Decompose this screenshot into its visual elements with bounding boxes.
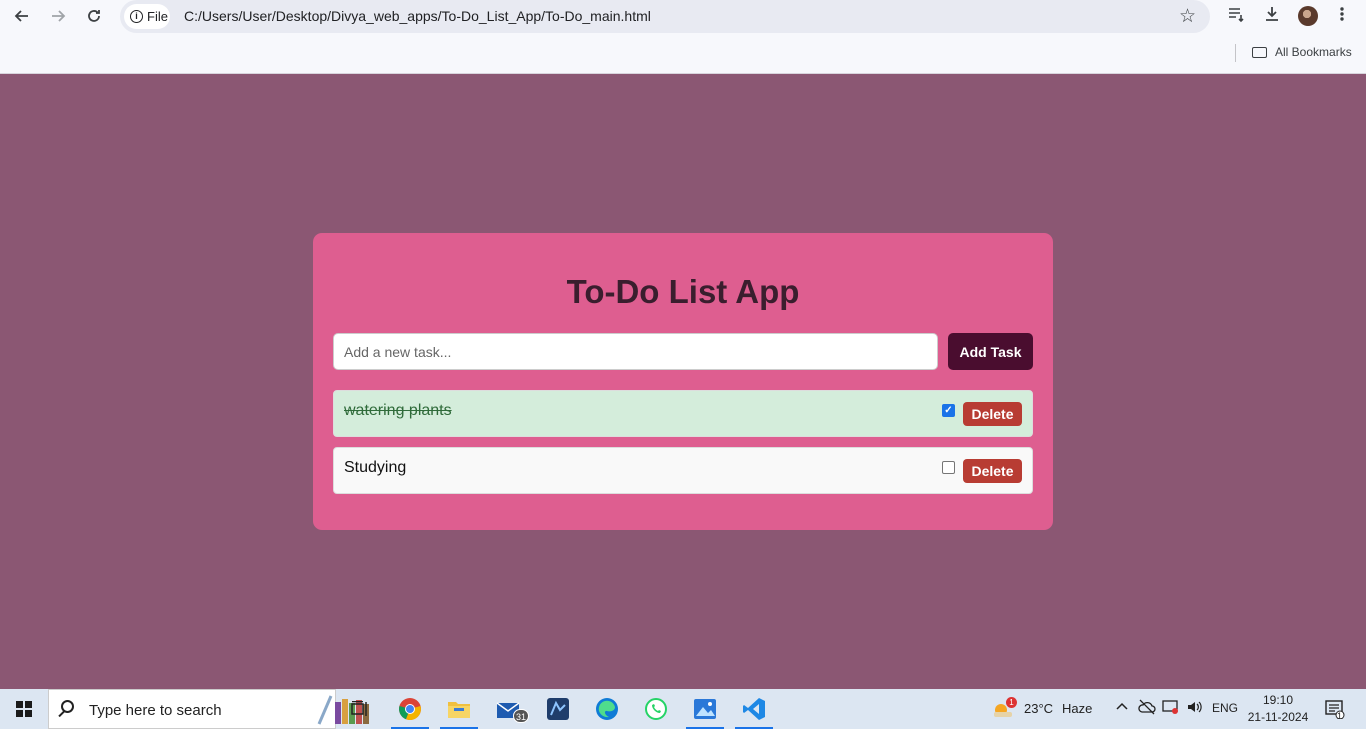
file-explorer-icon[interactable]	[436, 689, 482, 729]
vscode-icon[interactable]	[731, 689, 777, 729]
clock[interactable]: 19:10 21-11-2024	[1247, 692, 1309, 726]
search-icon	[61, 700, 74, 713]
weather-icon[interactable]	[986, 689, 1020, 729]
weather-description[interactable]: Haze	[1062, 701, 1092, 716]
back-icon[interactable]	[10, 4, 34, 28]
bookmarks-divider	[1235, 44, 1236, 62]
address-bar[interactable]: i File C:/Users/User/Desktop/Divya_web_a…	[120, 0, 1210, 33]
clock-time: 19:10	[1262, 693, 1294, 707]
new-task-input[interactable]	[333, 333, 938, 370]
task-item: watering plants ✓ Delete	[333, 390, 1033, 437]
whatsapp-icon[interactable]	[633, 689, 679, 729]
menu-kebab-icon[interactable]	[1339, 5, 1345, 28]
page-title: To-Do List App	[566, 273, 800, 310]
task-text: watering plants	[344, 402, 452, 419]
todo-card: To-Do List App Add Task watering plants …	[313, 233, 1053, 530]
file-label: File	[147, 9, 168, 24]
notification-count: 1	[1337, 711, 1343, 721]
all-bookmarks-label: All Bookmarks	[1275, 45, 1352, 59]
cloud-offline-icon[interactable]	[1138, 699, 1156, 718]
browser-toolbar: i File C:/Users/User/Desktop/Divya_web_a…	[0, 0, 1366, 74]
delete-task-button[interactable]: Delete	[963, 459, 1022, 483]
info-icon: i	[130, 10, 143, 23]
weather-temperature[interactable]: 23°C	[1024, 701, 1053, 716]
task-item: Studying Delete	[333, 447, 1033, 494]
all-bookmarks-button[interactable]: All Bookmarks	[1252, 45, 1352, 59]
download-icon[interactable]	[1263, 5, 1281, 28]
task-view-icon[interactable]	[337, 689, 383, 729]
search-placeholder: Type here to search	[89, 702, 222, 719]
windows-start-icon[interactable]	[16, 701, 32, 717]
weather-badge: 1	[1006, 697, 1017, 708]
site-info-chip[interactable]: i File	[124, 4, 170, 29]
chevron-up-icon[interactable]	[1115, 699, 1129, 716]
volume-icon[interactable]	[1186, 699, 1204, 718]
task-checkbox-checked[interactable]: ✓	[942, 404, 955, 417]
language-indicator[interactable]: ENG	[1212, 701, 1238, 715]
remote-desktop-icon[interactable]	[535, 689, 581, 729]
task-text: Studying	[344, 459, 407, 476]
chrome-icon[interactable]	[387, 689, 433, 729]
mail-badge: 31	[513, 709, 529, 723]
profile-avatar[interactable]	[1298, 6, 1318, 26]
taskbar-search[interactable]: Type here to search	[48, 689, 369, 729]
add-task-button[interactable]: Add Task	[948, 333, 1033, 370]
reading-list-icon[interactable]	[1227, 5, 1245, 28]
forward-icon[interactable]	[46, 4, 70, 28]
bookmark-star-icon[interactable]: ☆	[1179, 5, 1196, 28]
windows-taskbar: Type here to search 31 1 23°C Haze ENG 1…	[0, 689, 1366, 729]
task-checkbox[interactable]	[942, 461, 955, 474]
clock-date: 21-11-2024	[1247, 710, 1309, 724]
folder-icon	[1252, 46, 1267, 58]
edge-icon[interactable]	[584, 689, 630, 729]
delete-task-button[interactable]: Delete	[963, 402, 1022, 426]
photos-icon[interactable]	[682, 689, 728, 729]
mail-icon[interactable]: 31	[486, 689, 532, 729]
reload-icon[interactable]	[82, 4, 106, 28]
network-icon[interactable]	[1162, 699, 1180, 718]
url-text[interactable]: C:/Users/User/Desktop/Divya_web_apps/To-…	[184, 8, 651, 24]
